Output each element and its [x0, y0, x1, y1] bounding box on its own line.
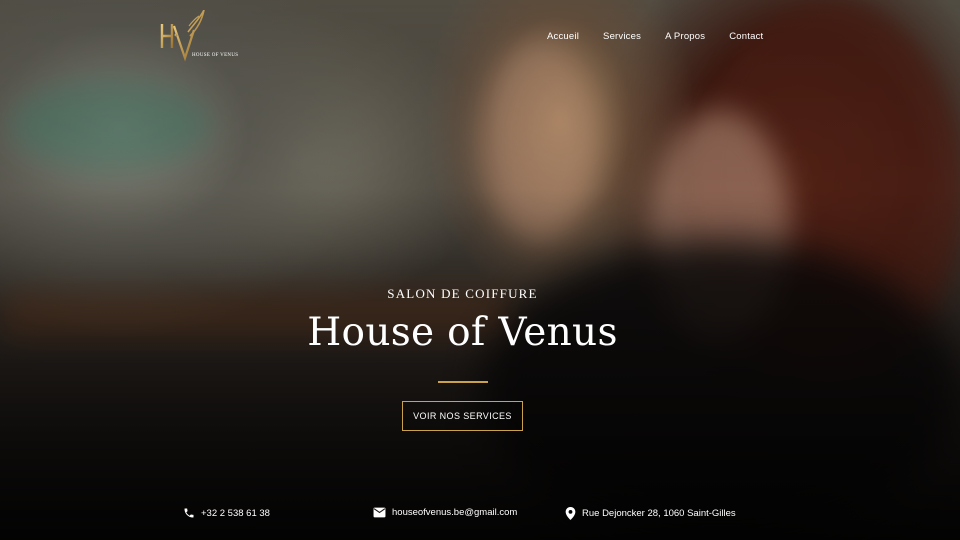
- hero-overlay: [0, 0, 960, 540]
- contact-phone[interactable]: +32 2 538 61 38: [183, 507, 270, 519]
- contact-phone-text: +32 2 538 61 38: [201, 507, 270, 519]
- logo-text: HOUSE OF VENUS: [192, 53, 239, 58]
- main-nav: Accueil Services A Propos Contact: [535, 31, 775, 45]
- mail-icon: [373, 507, 386, 518]
- nav-item-a-propos[interactable]: A Propos: [653, 31, 717, 45]
- phone-icon: [184, 508, 194, 518]
- contact-address-text: Rue Dejoncker 28, 1060 Saint-Gilles: [582, 508, 736, 519]
- contact-email-text: houseofvenus.be@gmail.com: [392, 507, 518, 518]
- nav-item-services[interactable]: Services: [591, 31, 653, 45]
- gold-divider: [438, 381, 488, 383]
- contact-email[interactable]: houseofvenus.be@gmail.com: [373, 507, 517, 518]
- nav-item-contact[interactable]: Contact: [717, 31, 775, 45]
- contact-bar: +32 2 538 61 38 houseofvenus.be@gmail.co…: [0, 500, 960, 530]
- services-cta-button[interactable]: VOIR NOS SERVICES: [402, 401, 523, 431]
- contact-address[interactable]: Rue Dejoncker 28, 1060 Saint-Gilles: [565, 507, 736, 520]
- location-pin-icon: [565, 507, 576, 520]
- nav-item-accueil[interactable]: Accueil: [535, 31, 591, 45]
- hero-kicker: SALON DE COIFFURE: [387, 286, 538, 301]
- hero-title: House of Venus: [307, 310, 618, 355]
- site-logo[interactable]: HOUSE OF VENUS: [158, 10, 238, 62]
